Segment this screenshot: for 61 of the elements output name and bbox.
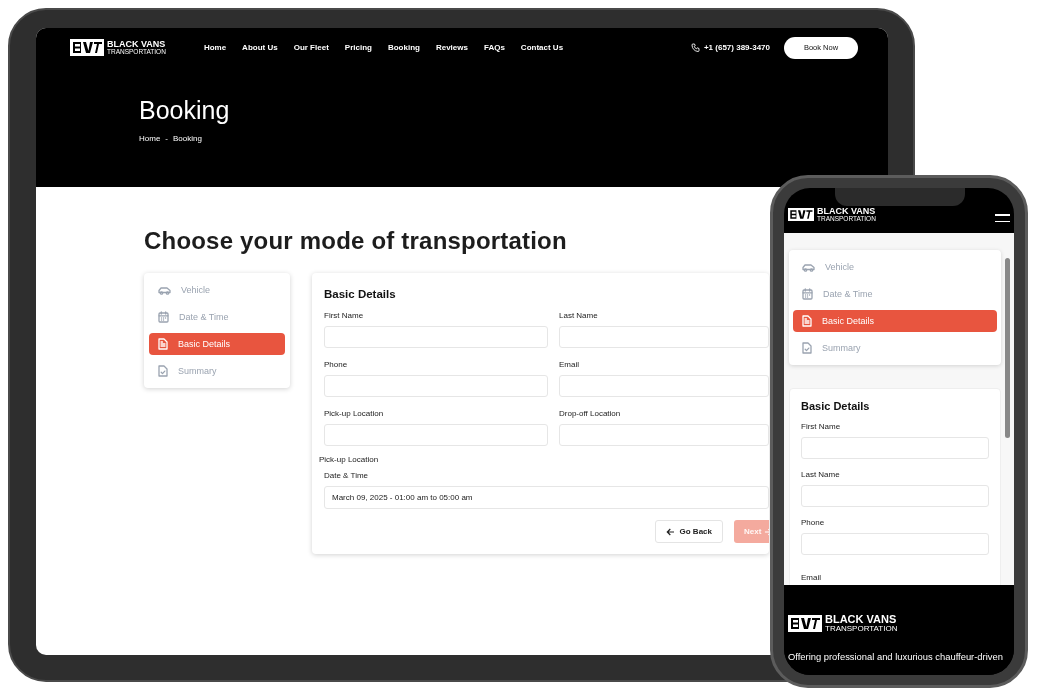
field-label: Email	[801, 573, 821, 582]
form-title: Basic Details	[801, 400, 871, 412]
input-field[interactable]	[324, 424, 548, 446]
document-check-icon	[158, 365, 168, 377]
input-field[interactable]	[801, 533, 989, 555]
car-icon	[802, 261, 815, 273]
field-label: Phone	[801, 518, 826, 528]
nav-link[interactable]: Pricing	[344, 43, 372, 52]
footer-text: Offering professional and luxurious chauffeur-driven	[788, 651, 1004, 662]
field-label: Pick-up Location	[319, 455, 380, 465]
section-heading: Choose your mode of transportation	[144, 226, 568, 256]
field-label: Last Name	[559, 311, 599, 321]
phone-number[interactable]: +1 (657) 389-3470	[703, 43, 770, 52]
calendar-icon	[158, 311, 169, 323]
calendar-icon	[802, 288, 813, 300]
field-label: Pick-up Location	[324, 409, 385, 419]
page-title: Booking	[139, 95, 231, 125]
input-field[interactable]	[324, 326, 548, 348]
arrow-right-icon	[764, 527, 769, 536]
field-label: First Name	[324, 311, 365, 321]
field-label: Drop-off Location	[559, 409, 622, 419]
breadcrumb-separator: -	[165, 134, 168, 143]
brand-name: BLACK VANS	[107, 39, 166, 49]
phone-icon	[690, 43, 700, 52]
input-field[interactable]	[559, 375, 769, 397]
logo-icon	[70, 39, 104, 56]
input-field[interactable]	[559, 326, 769, 348]
car-icon	[158, 284, 171, 296]
input-field[interactable]	[801, 485, 989, 507]
logo-icon	[788, 615, 822, 632]
input-field[interactable]	[324, 375, 548, 397]
menu-icon[interactable]	[995, 214, 1010, 222]
nav-link[interactable]: FAQs	[483, 43, 505, 52]
nav-link[interactable]: Reviews	[435, 43, 468, 52]
field-label: First Name	[801, 422, 842, 432]
arrow-left-icon	[665, 527, 675, 536]
field-label: Email	[559, 360, 580, 370]
nav-link[interactable]: Contact Us	[520, 43, 564, 52]
breadcrumb-item[interactable]: Booking	[173, 134, 202, 143]
form-title: Basic Details	[324, 288, 397, 300]
document-icon	[158, 338, 168, 350]
input-field[interactable]	[559, 424, 769, 446]
document-check-icon	[802, 342, 812, 354]
step-item[interactable]: Basic Details	[793, 310, 997, 332]
back-button[interactable]: Go Back	[654, 520, 723, 543]
date-time-field[interactable]: March 09, 2025 - 01:00 am to 05:00 am	[324, 486, 769, 509]
field-label: Date & Time	[324, 471, 369, 481]
input-field[interactable]	[801, 437, 989, 459]
document-icon	[802, 315, 812, 327]
logo-icon	[788, 207, 814, 221]
nav-link[interactable]: Home	[203, 43, 227, 52]
breadcrumb-item[interactable]: Home	[139, 134, 161, 143]
field-label: Last Name	[801, 470, 841, 480]
nav-link[interactable]: About Us	[242, 43, 278, 52]
brand-tagline: TRANSPORTATION	[825, 625, 898, 633]
nav-link[interactable]: Our Fleet	[293, 43, 329, 52]
step-item[interactable]: Basic Details	[149, 333, 285, 355]
brand-name: BLACK VANS	[817, 206, 876, 216]
brand-name: BLACK VANS	[825, 614, 898, 625]
nav-link[interactable]: Booking	[387, 43, 420, 52]
field-label: Phone	[324, 360, 349, 370]
